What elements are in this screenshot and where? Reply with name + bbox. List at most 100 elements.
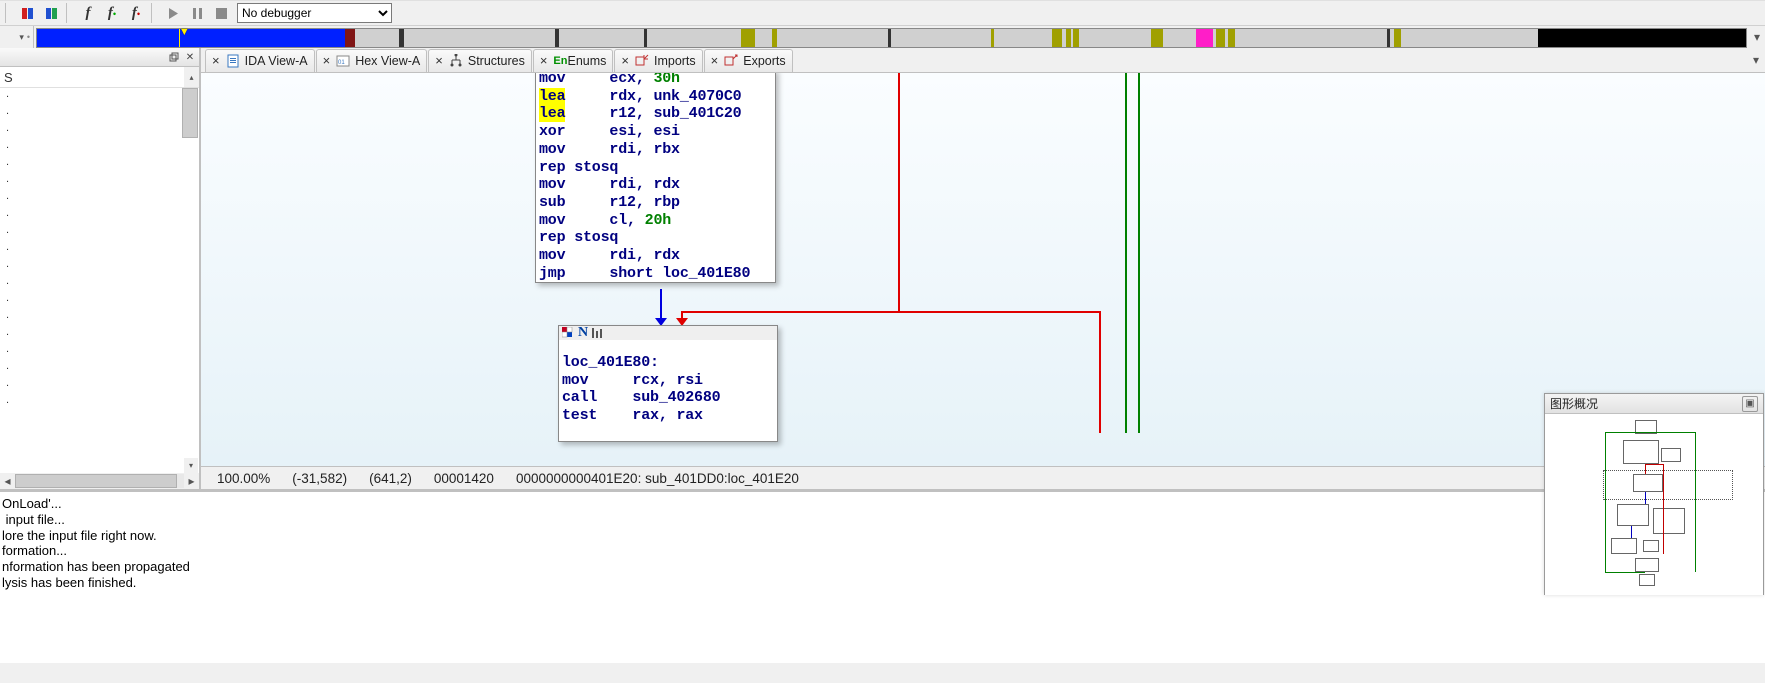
tab-label: Structures: [468, 54, 525, 68]
ov-node: [1643, 540, 1659, 552]
nav-segment: [1387, 29, 1390, 47]
overview-canvas[interactable]: [1545, 414, 1763, 595]
view-tabs: × IDA View-A × 01 Hex View-A × Structures ×EnEn…: [201, 48, 1765, 73]
ov-node: [1635, 558, 1659, 572]
ov-edge: [1605, 572, 1645, 573]
tab-label: Hex View-A: [355, 54, 420, 68]
output-text[interactable]: OnLoad'... input file... lore the input …: [0, 492, 1765, 663]
close-icon[interactable]: ×: [540, 53, 548, 68]
tab-hex-view[interactable]: × 01 Hex View-A: [316, 49, 428, 72]
close-icon[interactable]: ×: [323, 53, 331, 68]
dim-value: (641,2): [369, 471, 412, 486]
ov-edge: [1605, 432, 1606, 572]
disasm-block[interactable]: mov ecx, 30hlea rdx, unk_4070C0lea r12, …: [535, 73, 776, 283]
pause-icon[interactable]: [186, 2, 208, 24]
function-list[interactable]: ................... ▾: [0, 88, 199, 473]
n-icon: N: [578, 325, 588, 341]
tab-label: IDA View-A: [245, 54, 308, 68]
scroll-right-icon[interactable]: ▸: [184, 474, 199, 488]
close-icon[interactable]: ×: [212, 53, 220, 68]
function-icon[interactable]: f: [77, 2, 99, 24]
viewport-indicator[interactable]: [1603, 470, 1733, 500]
segment-blue-icon[interactable]: [40, 2, 62, 24]
flow-edge: [1099, 311, 1101, 433]
close-icon[interactable]: ×: [711, 53, 719, 68]
separator: [66, 3, 73, 23]
nav-segment: [772, 29, 777, 47]
tab-ida-view[interactable]: × IDA View-A: [205, 49, 315, 72]
ov-edge: [1605, 432, 1695, 433]
nav-segment: [1216, 29, 1225, 47]
ov-edge: [1645, 464, 1646, 474]
flow-edge: [1138, 73, 1140, 433]
nav-segment: [1196, 29, 1213, 47]
zoom-value: 100.00%: [217, 471, 270, 486]
nav-segment: [888, 29, 891, 47]
restore-icon[interactable]: [167, 50, 181, 64]
ov-edge: [1645, 492, 1646, 504]
tab-exports[interactable]: ×Exports: [704, 49, 793, 72]
nav-left-handle[interactable]: ▾•: [0, 26, 34, 48]
scroll-down-icon[interactable]: ▾: [184, 458, 198, 473]
filter-label[interactable]: S: [0, 70, 184, 85]
close-icon[interactable]: ×: [435, 53, 443, 68]
ov-node: [1653, 508, 1685, 534]
ov-node: [1661, 448, 1681, 462]
ov-node: [1617, 504, 1649, 526]
hscroll-thumb[interactable]: [15, 474, 177, 488]
hscroll-bar[interactable]: ◂ ▸: [0, 473, 199, 489]
nav-dropdown-icon[interactable]: ▾: [1749, 26, 1765, 48]
ov-node: [1639, 574, 1655, 586]
nav-segment: [741, 29, 755, 47]
nav-segment: [1228, 29, 1235, 47]
disasm-block[interactable]: N loc_401E80:mov rcx, rsicall sub_402680…: [558, 325, 778, 442]
function-exit-icon[interactable]: f•: [125, 2, 147, 24]
vscroll-thumb[interactable]: [182, 88, 198, 138]
close-icon[interactable]: ×: [621, 53, 629, 68]
ov-node: [1611, 538, 1637, 554]
nav-segment: [37, 29, 345, 47]
tab-structures[interactable]: × Structures: [428, 49, 532, 72]
overview-title: 图形概况: [1550, 395, 1598, 412]
tab-label: Enums: [567, 54, 606, 68]
canvas-status: 100.00% (-31,582) (641,2) 00001420 00000…: [201, 466, 1765, 489]
graph-canvas[interactable]: mov ecx, 30hlea rdx, unk_4070C0lea r12, …: [201, 73, 1765, 466]
close-icon[interactable]: ✕: [183, 50, 197, 64]
main-area: × IDA View-A × 01 Hex View-A × Structures ×EnEn…: [200, 48, 1765, 489]
tab-enums[interactable]: ×EnEnums: [533, 49, 614, 72]
segment-red-icon[interactable]: [16, 2, 38, 24]
overview-header: 图形概况 ▣: [1545, 394, 1763, 414]
svg-text:01: 01: [338, 60, 345, 66]
nav-segment: [1073, 29, 1080, 47]
tab-label: Imports: [654, 54, 696, 68]
tabs-dropdown-icon[interactable]: ▾: [1753, 53, 1759, 67]
stop-icon[interactable]: [210, 2, 232, 24]
ov-edge: [1695, 432, 1696, 572]
nav-segment: [644, 29, 647, 47]
scroll-left-icon[interactable]: ◂: [0, 474, 15, 488]
nav-segment: [1538, 29, 1746, 47]
filter-row: S ▴: [0, 67, 199, 88]
close-icon[interactable]: ▣: [1742, 396, 1758, 412]
run-icon[interactable]: [162, 2, 184, 24]
scroll-up-icon[interactable]: ▴: [184, 67, 199, 87]
nav-segment: [1066, 29, 1071, 47]
location-value: 0000000000401E20: sub_401DD0:loc_401E20: [516, 471, 799, 486]
file-offset: 00001420: [434, 471, 494, 486]
flow-edge: [1125, 73, 1127, 433]
nav-segment: [991, 29, 994, 47]
nav-segment: [345, 29, 355, 47]
graph-overview[interactable]: 图形概况 ▣: [1544, 393, 1764, 595]
nav-segment: [555, 29, 559, 47]
ov-node: [1623, 440, 1659, 464]
separator: [151, 3, 158, 23]
nav-segment: [1394, 29, 1401, 47]
flag-icon: [562, 327, 575, 339]
disasm-code: mov ecx, 30hlea rdx, unk_4070C0lea r12, …: [536, 73, 775, 282]
functions-panel: ✕ S ▴ ................... ▾ ◂ ▸: [0, 48, 200, 489]
navigation-strip[interactable]: ▼: [36, 28, 1747, 48]
tab-imports[interactable]: × Imports: [614, 49, 702, 72]
panel-header: ✕: [0, 48, 199, 67]
function-enter-icon[interactable]: f•: [101, 2, 123, 24]
debugger-select[interactable]: No debugger: [237, 3, 392, 23]
